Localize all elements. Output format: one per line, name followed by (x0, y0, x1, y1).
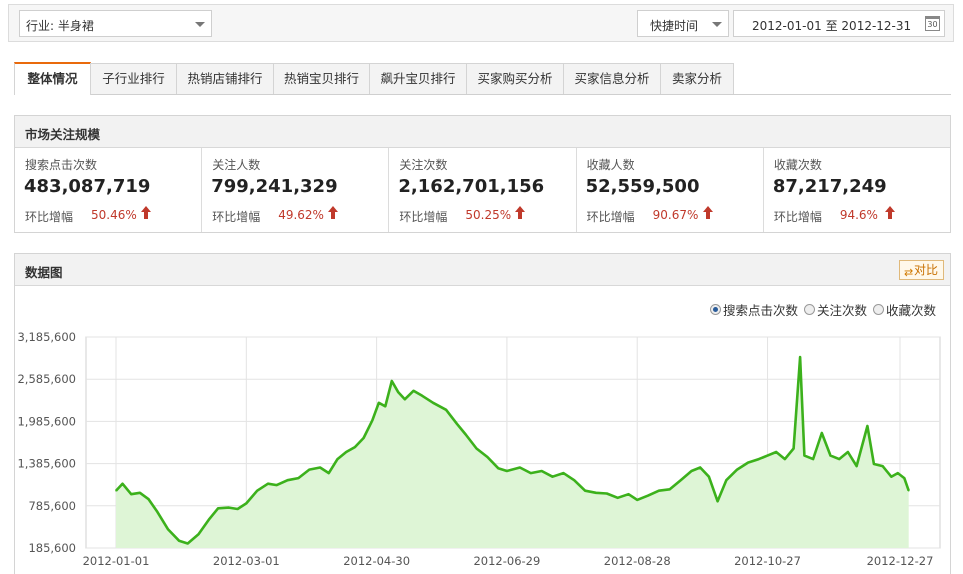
metric-value: 799,241,329 (211, 176, 338, 197)
metrics-row: 搜索点击次数 483,087,719 环比增幅 50.46% 关注人数 799,… (15, 148, 950, 232)
quick-time-select[interactable]: 快捷时间 (637, 10, 729, 37)
radio-search-clicks[interactable]: 搜索点击次数 (709, 300, 798, 319)
chevron-down-icon (195, 22, 205, 27)
growth-value: 50.25% (465, 208, 512, 222)
quick-time-label: 快捷时间 (650, 19, 699, 33)
growth-value: 90.67% (652, 208, 699, 222)
date-end: 2012-12-31 (841, 19, 912, 33)
tab-seller-analysis[interactable]: 卖家分析 (660, 63, 734, 94)
metric-label: 收藏人数 (586, 158, 635, 172)
data-chart-title: 数据图 (25, 265, 63, 280)
metric-favorite-users: 收藏人数 52,559,500 环比增幅 90.67% (577, 148, 764, 232)
industry-select-label: 行业: 半身裙 (26, 19, 94, 33)
compare-label: 对比 (913, 263, 938, 277)
growth-value: 94.6% (839, 208, 878, 222)
tab-hot-item-rank[interactable]: 热销宝贝排行 (273, 63, 370, 94)
growth-value: 50.46% (91, 208, 137, 222)
data-chart-panel: 数据图 ⇄ 对比 搜索点击次数 关注次数 收藏次数 (14, 253, 951, 574)
date-range-input[interactable]: 2012-01-01 至 2012-12-31 30 (733, 10, 945, 37)
date-range-text: 2012-01-01 至 2012-12-31 (752, 17, 911, 34)
market-attention-header: 市场关注规模 (15, 116, 950, 148)
radio-dot[interactable] (803, 304, 815, 315)
metric-label: 搜索点击次数 (25, 158, 98, 172)
data-chart-header: 数据图 ⇄ 对比 (15, 254, 950, 286)
tab-buyer-info-analysis[interactable]: 买家信息分析 (563, 63, 661, 94)
arrow-up-icon (141, 206, 151, 219)
tab-buyer-purchase-analysis[interactable]: 买家购买分析 (466, 63, 564, 94)
metric-follow-count: 关注次数 2,162,701,156 环比增幅 50.25% (389, 148, 577, 232)
metric-followers: 关注人数 799,241,329 环比增幅 49.62% (202, 148, 390, 232)
market-attention-title: 市场关注规模 (25, 127, 101, 142)
radio-label: 搜索点击次数 (722, 303, 798, 318)
tab-bar: 整体情况 子行业排行 热销店铺排行 热销宝贝排行 飙升宝贝排行 买家购买分析 买… (14, 62, 951, 95)
growth-label: 环比增幅 (212, 210, 261, 224)
industry-select[interactable]: 行业: 半身裙 (19, 10, 212, 37)
arrow-up-icon (328, 206, 339, 219)
market-attention-panel: 市场关注规模 搜索点击次数 483,087,719 环比增幅 50.46% 关注… (14, 115, 951, 233)
radio-dot[interactable] (872, 304, 884, 315)
arrow-up-icon (884, 206, 895, 219)
radio-favorite-count[interactable]: 收藏次数 (872, 300, 936, 319)
growth-label: 环比增幅 (399, 210, 448, 224)
growth-label: 环比增幅 (586, 210, 635, 224)
growth-label: 环比增幅 (773, 210, 822, 224)
radio-label: 关注次数 (816, 303, 867, 318)
metric-label: 关注次数 (399, 158, 448, 172)
radio-label: 收藏次数 (885, 303, 936, 318)
chevron-down-icon (712, 22, 722, 27)
metric-radio-group: 搜索点击次数 关注次数 收藏次数 (709, 300, 936, 319)
metric-label: 关注人数 (212, 158, 261, 172)
metric-value: 2,162,701,156 (398, 176, 545, 197)
growth-label: 环比增幅 (25, 210, 74, 224)
metric-value: 52,559,500 (585, 176, 700, 197)
arrow-up-icon (702, 206, 713, 219)
radio-dot[interactable] (709, 304, 721, 315)
metric-favorite-count: 收藏次数 87,217,249 环比增幅 94.6% (764, 148, 950, 232)
tab-sub-industry-rank[interactable]: 子行业排行 (90, 63, 177, 94)
metric-label: 收藏次数 (773, 158, 822, 172)
metric-search-clicks: 搜索点击次数 483,087,719 环比增幅 50.46% (15, 148, 203, 232)
tab-hot-shop-rank[interactable]: 热销店铺排行 (176, 63, 274, 94)
growth-value: 49.62% (278, 208, 324, 222)
calendar-icon[interactable]: 30 (925, 16, 940, 31)
date-start: 2012-01-01 (752, 19, 822, 33)
tab-rising-item-rank[interactable]: 飙升宝贝排行 (369, 63, 467, 94)
compare-button[interactable]: ⇄ 对比 (899, 260, 944, 280)
compare-icon: ⇄ (904, 266, 914, 279)
tab-overview[interactable]: 整体情况 (14, 62, 91, 95)
radio-follow-count[interactable]: 关注次数 (803, 300, 867, 319)
date-separator: 至 (825, 19, 838, 33)
filter-bar: 行业: 半身裙 快捷时间 2012-01-01 至 2012-12-31 30 (8, 4, 954, 42)
arrow-up-icon (515, 206, 526, 219)
metric-value: 483,087,719 (24, 176, 151, 197)
metric-value: 87,217,249 (772, 176, 887, 197)
